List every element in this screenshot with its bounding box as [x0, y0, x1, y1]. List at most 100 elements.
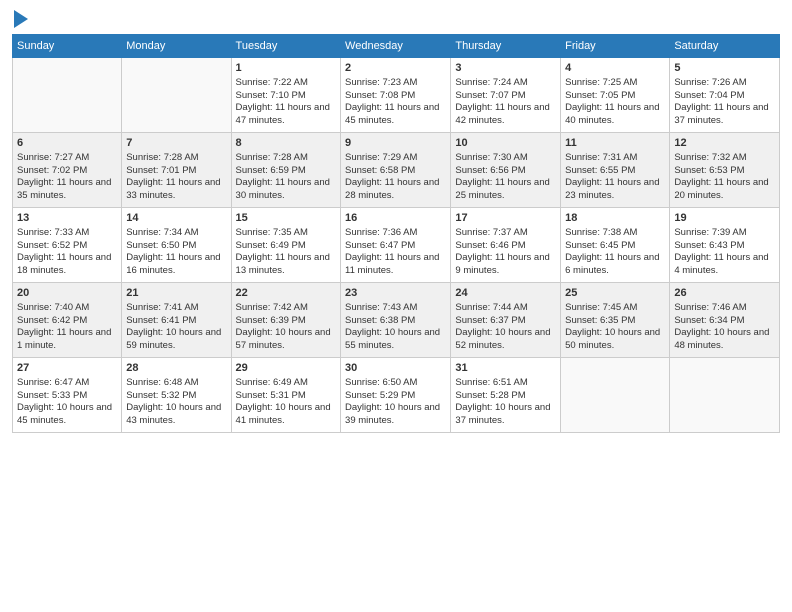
sunset-text: Sunset: 6:49 PM [236, 240, 336, 253]
daylight-text: Daylight: 11 hours and 9 minutes. [455, 252, 556, 278]
sunset-text: Sunset: 6:43 PM [674, 240, 775, 253]
day-of-week-header: Friday [561, 35, 670, 58]
daylight-text: Daylight: 11 hours and 37 minutes. [674, 102, 775, 128]
calendar-day-cell: 11Sunrise: 7:31 AMSunset: 6:55 PMDayligh… [561, 133, 670, 208]
calendar-day-cell: 2Sunrise: 7:23 AMSunset: 7:08 PMDaylight… [341, 58, 451, 133]
daylight-text: Daylight: 10 hours and 59 minutes. [126, 327, 226, 353]
day-number: 26 [674, 286, 775, 301]
sunset-text: Sunset: 5:32 PM [126, 390, 226, 403]
calendar-day-cell: 9Sunrise: 7:29 AMSunset: 6:58 PMDaylight… [341, 133, 451, 208]
sunset-text: Sunset: 6:47 PM [345, 240, 446, 253]
day-number: 16 [345, 211, 446, 226]
day-number: 19 [674, 211, 775, 226]
calendar-day-cell: 10Sunrise: 7:30 AMSunset: 6:56 PMDayligh… [451, 133, 561, 208]
calendar-day-cell: 6Sunrise: 7:27 AMSunset: 7:02 PMDaylight… [13, 133, 122, 208]
calendar-day-cell: 13Sunrise: 7:33 AMSunset: 6:52 PMDayligh… [13, 208, 122, 283]
daylight-text: Daylight: 11 hours and 25 minutes. [455, 177, 556, 203]
sunset-text: Sunset: 7:05 PM [565, 90, 665, 103]
sunrise-text: Sunrise: 7:23 AM [345, 77, 446, 90]
calendar-table: SundayMondayTuesdayWednesdayThursdayFrid… [12, 34, 780, 433]
page-container: SundayMondayTuesdayWednesdayThursdayFrid… [0, 0, 792, 441]
day-number: 8 [236, 136, 336, 151]
sunset-text: Sunset: 5:31 PM [236, 390, 336, 403]
sunrise-text: Sunrise: 7:43 AM [345, 302, 446, 315]
day-number: 3 [455, 61, 556, 76]
day-number: 5 [674, 61, 775, 76]
day-number: 2 [345, 61, 446, 76]
sunrise-text: Sunrise: 7:42 AM [236, 302, 336, 315]
day-number: 13 [17, 211, 117, 226]
daylight-text: Daylight: 11 hours and 16 minutes. [126, 252, 226, 278]
daylight-text: Daylight: 10 hours and 55 minutes. [345, 327, 446, 353]
daylight-text: Daylight: 11 hours and 30 minutes. [236, 177, 336, 203]
sunrise-text: Sunrise: 7:28 AM [126, 152, 226, 165]
day-number: 15 [236, 211, 336, 226]
daylight-text: Daylight: 10 hours and 45 minutes. [17, 402, 117, 428]
sunrise-text: Sunrise: 7:46 AM [674, 302, 775, 315]
sunset-text: Sunset: 6:56 PM [455, 165, 556, 178]
calendar-day-cell: 30Sunrise: 6:50 AMSunset: 5:29 PMDayligh… [341, 358, 451, 433]
sunrise-text: Sunrise: 7:29 AM [345, 152, 446, 165]
calendar-week-row: 1Sunrise: 7:22 AMSunset: 7:10 PMDaylight… [13, 58, 780, 133]
daylight-text: Daylight: 11 hours and 18 minutes. [17, 252, 117, 278]
calendar-day-cell: 24Sunrise: 7:44 AMSunset: 6:37 PMDayligh… [451, 283, 561, 358]
calendar-day-cell [13, 58, 122, 133]
sunrise-text: Sunrise: 7:38 AM [565, 227, 665, 240]
calendar-day-cell: 5Sunrise: 7:26 AMSunset: 7:04 PMDaylight… [670, 58, 780, 133]
daylight-text: Daylight: 10 hours and 50 minutes. [565, 327, 665, 353]
sunset-text: Sunset: 6:53 PM [674, 165, 775, 178]
sunset-text: Sunset: 7:10 PM [236, 90, 336, 103]
sunset-text: Sunset: 6:38 PM [345, 315, 446, 328]
day-number: 12 [674, 136, 775, 151]
sunrise-text: Sunrise: 7:39 AM [674, 227, 775, 240]
daylight-text: Daylight: 11 hours and 11 minutes. [345, 252, 446, 278]
daylight-text: Daylight: 10 hours and 57 minutes. [236, 327, 336, 353]
calendar-day-cell: 29Sunrise: 6:49 AMSunset: 5:31 PMDayligh… [231, 358, 340, 433]
sunset-text: Sunset: 5:29 PM [345, 390, 446, 403]
sunset-text: Sunset: 6:42 PM [17, 315, 117, 328]
calendar-day-cell: 21Sunrise: 7:41 AMSunset: 6:41 PMDayligh… [122, 283, 231, 358]
day-number: 21 [126, 286, 226, 301]
sunrise-text: Sunrise: 7:44 AM [455, 302, 556, 315]
calendar-week-row: 6Sunrise: 7:27 AMSunset: 7:02 PMDaylight… [13, 133, 780, 208]
daylight-text: Daylight: 10 hours and 48 minutes. [674, 327, 775, 353]
day-number: 6 [17, 136, 117, 151]
calendar-day-cell: 17Sunrise: 7:37 AMSunset: 6:46 PMDayligh… [451, 208, 561, 283]
calendar-day-cell: 19Sunrise: 7:39 AMSunset: 6:43 PMDayligh… [670, 208, 780, 283]
sunset-text: Sunset: 6:58 PM [345, 165, 446, 178]
daylight-text: Daylight: 11 hours and 40 minutes. [565, 102, 665, 128]
sunset-text: Sunset: 6:52 PM [17, 240, 117, 253]
sunrise-text: Sunrise: 7:40 AM [17, 302, 117, 315]
calendar-day-cell: 26Sunrise: 7:46 AMSunset: 6:34 PMDayligh… [670, 283, 780, 358]
calendar-day-cell: 4Sunrise: 7:25 AMSunset: 7:05 PMDaylight… [561, 58, 670, 133]
daylight-text: Daylight: 11 hours and 47 minutes. [236, 102, 336, 128]
sunrise-text: Sunrise: 6:50 AM [345, 377, 446, 390]
day-number: 23 [345, 286, 446, 301]
day-number: 9 [345, 136, 446, 151]
daylight-text: Daylight: 10 hours and 37 minutes. [455, 402, 556, 428]
daylight-text: Daylight: 11 hours and 23 minutes. [565, 177, 665, 203]
header [12, 10, 780, 26]
daylight-text: Daylight: 11 hours and 13 minutes. [236, 252, 336, 278]
calendar-week-row: 13Sunrise: 7:33 AMSunset: 6:52 PMDayligh… [13, 208, 780, 283]
day-number: 31 [455, 361, 556, 376]
daylight-text: Daylight: 11 hours and 4 minutes. [674, 252, 775, 278]
daylight-text: Daylight: 11 hours and 6 minutes. [565, 252, 665, 278]
day-number: 25 [565, 286, 665, 301]
sunset-text: Sunset: 6:45 PM [565, 240, 665, 253]
sunset-text: Sunset: 7:02 PM [17, 165, 117, 178]
logo-arrow-icon [14, 10, 28, 28]
calendar-day-cell: 28Sunrise: 6:48 AMSunset: 5:32 PMDayligh… [122, 358, 231, 433]
logo [12, 10, 28, 26]
sunrise-text: Sunrise: 7:30 AM [455, 152, 556, 165]
sunset-text: Sunset: 5:28 PM [455, 390, 556, 403]
calendar-day-cell: 15Sunrise: 7:35 AMSunset: 6:49 PMDayligh… [231, 208, 340, 283]
day-of-week-header: Saturday [670, 35, 780, 58]
sunset-text: Sunset: 6:35 PM [565, 315, 665, 328]
calendar-day-cell: 7Sunrise: 7:28 AMSunset: 7:01 PMDaylight… [122, 133, 231, 208]
daylight-text: Daylight: 11 hours and 35 minutes. [17, 177, 117, 203]
sunset-text: Sunset: 7:04 PM [674, 90, 775, 103]
calendar-day-cell: 31Sunrise: 6:51 AMSunset: 5:28 PMDayligh… [451, 358, 561, 433]
day-number: 22 [236, 286, 336, 301]
sunrise-text: Sunrise: 7:28 AM [236, 152, 336, 165]
